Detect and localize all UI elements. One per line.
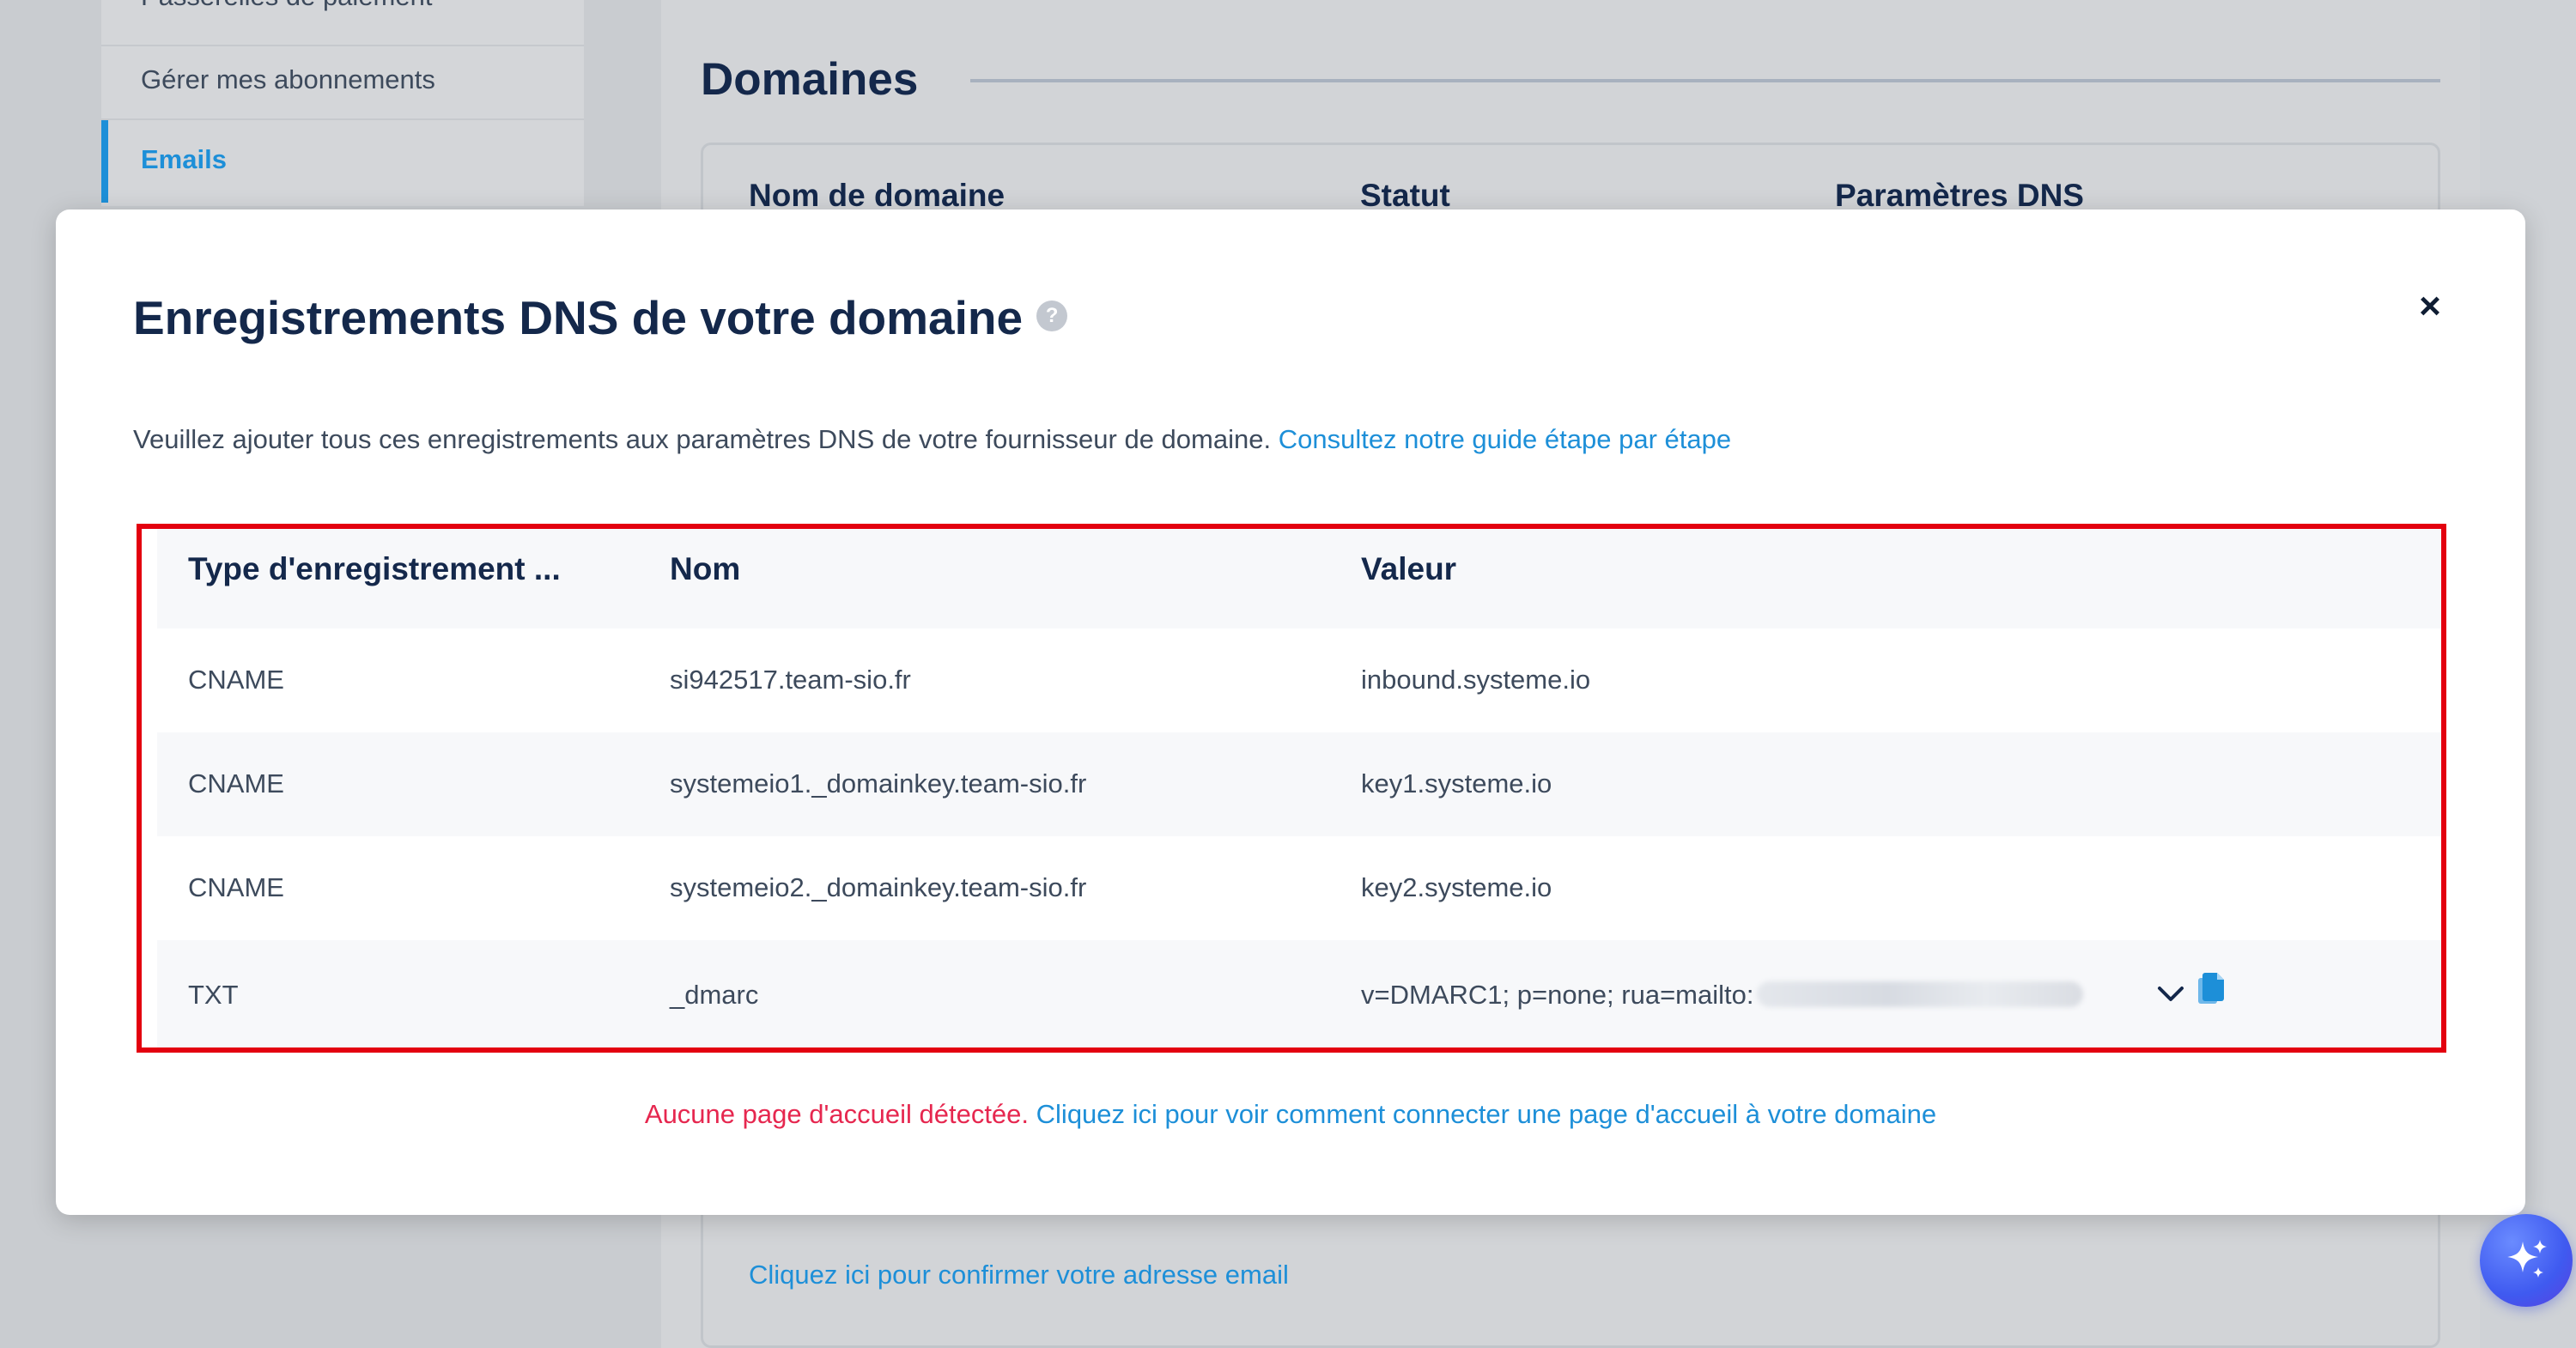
chevron-down-icon[interactable]: [2155, 981, 2186, 1005]
record-name[interactable]: si942517.team-sio.fr: [670, 665, 911, 695]
column-header-value: Valeur: [1361, 551, 1457, 586]
intro-text: Veuillez ajouter tous ces enregistrement…: [133, 424, 1272, 454]
record-name[interactable]: _dmarc: [670, 980, 758, 1011]
dns-records-modal: Enregistrements DNS de votre domaine? × …: [56, 209, 2525, 1215]
record-value[interactable]: v=DMARC1; p=none; rua=mailto:: [1361, 980, 2084, 1011]
sidebar: Passerelles de paiement Gérer mes abonne…: [101, 0, 584, 206]
ai-assistant-button[interactable]: [2480, 1214, 2573, 1307]
column-header-domain-name: Nom de domaine: [749, 178, 1005, 213]
table-row: CNAME si942517.team-sio.fr inbound.syste…: [157, 628, 2441, 732]
record-value[interactable]: key1.systeme.io: [1361, 768, 1552, 799]
confirm-email-link[interactable]: Cliquez ici pour confirmer votre adresse…: [749, 1260, 1289, 1290]
modal-title: Enregistrements DNS de votre domaine?: [133, 290, 1068, 345]
sidebar-item-subscriptions[interactable]: Gérer mes abonnements: [141, 64, 435, 95]
column-header-status: Statut: [1360, 178, 1450, 213]
sidebar-divider: [101, 118, 584, 120]
record-value[interactable]: key2.systeme.io: [1361, 872, 1552, 903]
record-type: CNAME: [188, 872, 284, 902]
no-landing-page-warning: Aucune page d'accueil détectée.: [644, 1099, 1030, 1129]
page-title: Domaines: [701, 54, 919, 105]
record-type: CNAME: [188, 665, 284, 695]
sidebar-item-emails[interactable]: Emails: [141, 144, 227, 175]
title-divider: [970, 79, 2440, 82]
table-row: CNAME systemeio2._domainkey.team-sio.fr …: [157, 836, 2441, 940]
step-by-step-guide-link[interactable]: Consultez notre guide étape par étape: [1279, 424, 1731, 454]
modal-intro: Veuillez ajouter tous ces enregistrement…: [133, 424, 1731, 455]
column-header-name: Nom: [670, 551, 741, 586]
record-name[interactable]: systemeio2._domainkey.team-sio.fr: [670, 872, 1086, 903]
sidebar-divider: [101, 45, 584, 46]
record-type: TXT: [188, 980, 239, 1010]
column-header-dns-settings: Paramètres DNS: [1835, 178, 2084, 213]
sparkle-icon: [2507, 1240, 2547, 1278]
sidebar-active-indicator: [101, 120, 108, 203]
record-name[interactable]: systemeio1._domainkey.team-sio.fr: [670, 768, 1086, 799]
copy-icon[interactable]: [2196, 971, 2226, 1005]
column-header-record-type: Type d'enregistrement ...: [188, 551, 561, 586]
record-value-text: v=DMARC1; p=none; rua=mailto:: [1361, 980, 1754, 1010]
redacted-email: [1757, 981, 2084, 1007]
modal-title-text: Enregistrements DNS de votre domaine: [133, 291, 1024, 344]
connect-landing-page-link[interactable]: Cliquez ici pour voir comment connecter …: [1036, 1099, 1936, 1129]
table-header-row: Type d'enregistrement ... Nom Valeur: [157, 529, 2441, 628]
landing-page-notice: Aucune page d'accueil détectée. Cliquez …: [56, 1099, 2525, 1130]
dns-records-table: Type d'enregistrement ... Nom Valeur CNA…: [137, 524, 2446, 1053]
table-row: CNAME systemeio1._domainkey.team-sio.fr …: [157, 732, 2441, 836]
close-icon[interactable]: ×: [2409, 285, 2451, 328]
help-icon[interactable]: ?: [1036, 301, 1068, 332]
record-value[interactable]: inbound.systeme.io: [1361, 665, 1590, 695]
record-type: CNAME: [188, 768, 284, 798]
sidebar-item-payment-gateways[interactable]: Passerelles de paiement: [141, 0, 432, 12]
table-row: TXT _dmarc v=DMARC1; p=none; rua=mailto:: [157, 940, 2441, 1047]
